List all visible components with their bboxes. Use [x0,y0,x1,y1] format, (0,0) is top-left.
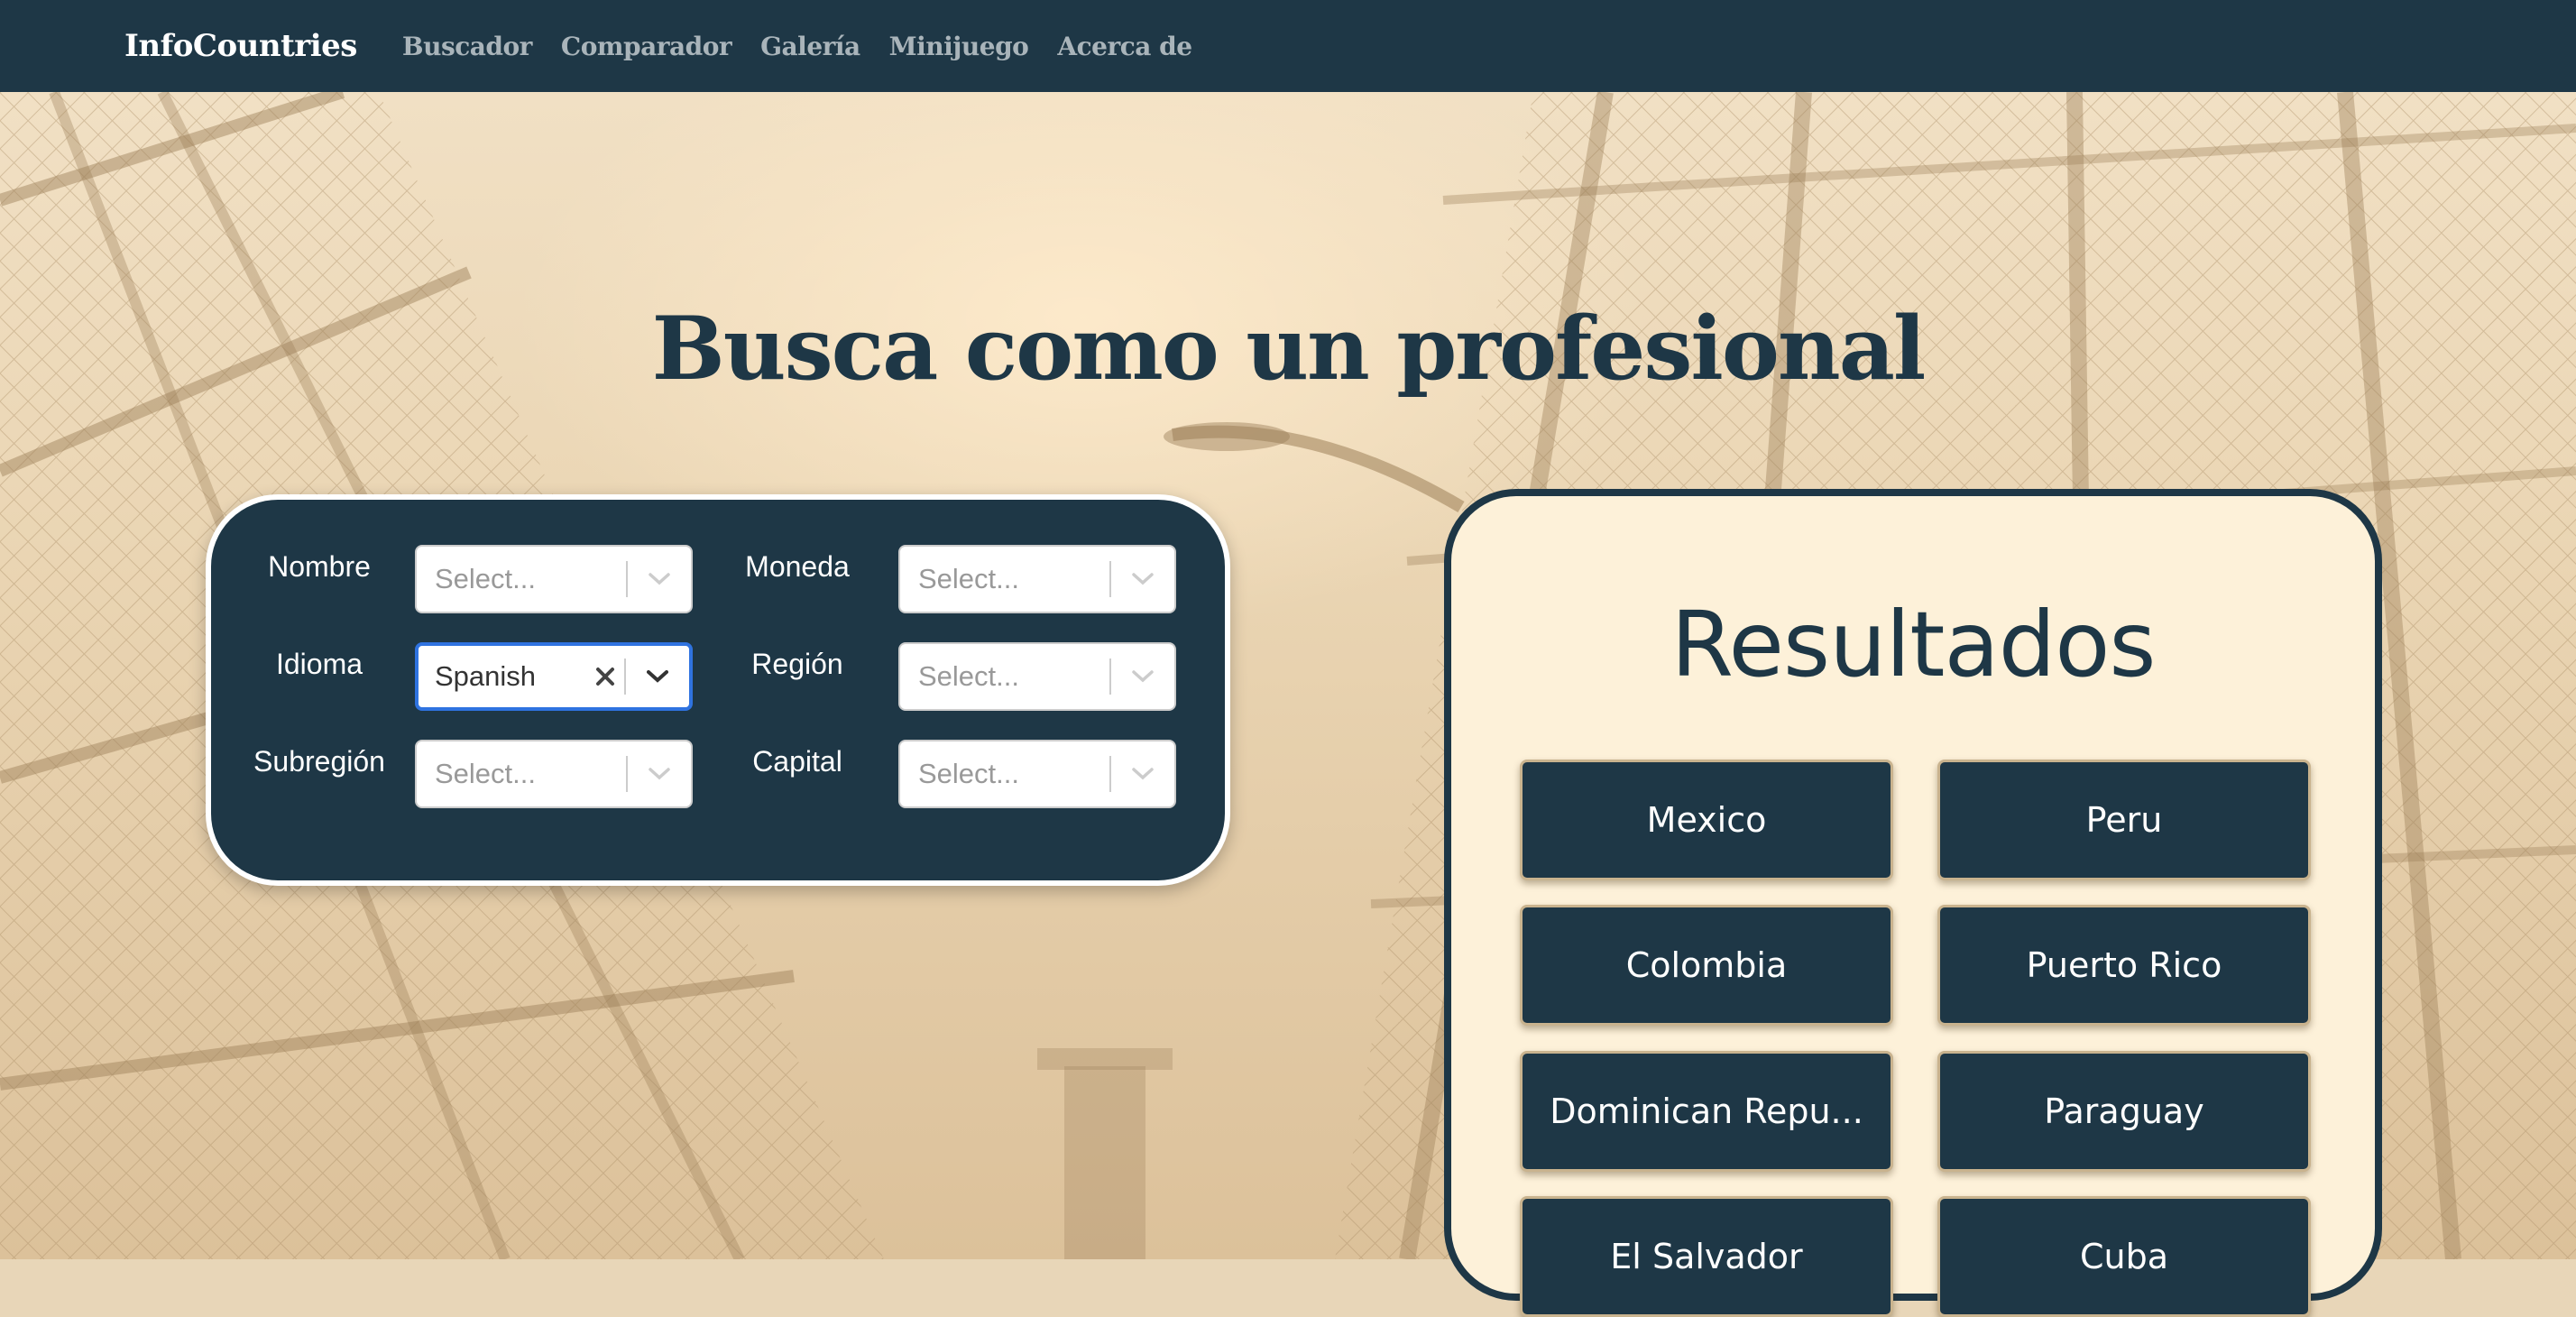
chevron-down-icon[interactable] [628,545,691,613]
brand-logo[interactable]: InfoCountries [124,28,357,64]
nav-link-acerca-de[interactable]: Acerca de [1057,32,1192,61]
nav-link-minijuego[interactable]: Minijuego [889,32,1029,61]
subregion-select-value: Select... [435,758,536,789]
filter-panel: Nombre Select... Moneda Select... Idioma… [206,494,1230,886]
subregion-select[interactable]: Select... [415,740,693,808]
moneda-label: Moneda [745,550,850,583]
moneda-select[interactable]: Select... [898,545,1176,613]
capital-select[interactable]: Select... [898,740,1176,808]
result-item[interactable]: Peru [1937,760,2311,880]
chevron-down-icon[interactable] [1111,545,1174,613]
results-panel: Resultados Mexico Peru Colombia Puerto R… [1444,489,2382,1317]
chevron-down-icon[interactable] [1111,740,1174,808]
close-icon[interactable] [586,660,624,694]
result-item[interactable]: Cuba [1937,1196,2311,1317]
idioma-select-value: Spanish [435,660,537,692]
nombre-select-value: Select... [435,563,536,594]
result-item[interactable]: Paraguay [1937,1051,2311,1172]
page-title: Busca como un profesional [651,298,1927,400]
capital-label: Capital [752,745,842,778]
results-title: Resultados [1670,592,2156,697]
nav-links: Buscador Comparador Galería Minijuego Ac… [402,32,1192,61]
result-item[interactable]: Dominican Repu... [1520,1051,1893,1172]
idioma-label: Idioma [275,648,363,680]
chevron-down-icon[interactable] [626,642,689,711]
result-item[interactable]: Colombia [1520,905,1893,1026]
subregion-label: Subregión [253,745,385,778]
moneda-select-value: Select... [918,563,1019,594]
chevron-down-icon[interactable] [1111,642,1174,711]
idioma-select[interactable]: Spanish [415,642,693,711]
nombre-label: Nombre [268,550,371,583]
nav-link-buscador[interactable]: Buscador [402,32,532,61]
capital-select-value: Select... [918,758,1019,789]
nav-link-galeria[interactable]: Galería [760,32,860,61]
nav-link-comparador[interactable]: Comparador [561,32,732,61]
chevron-down-icon[interactable] [628,740,691,808]
result-item[interactable]: Mexico [1520,760,1893,880]
navbar: InfoCountries Buscador Comparador Galerí… [0,0,2576,92]
result-item[interactable]: El Salvador [1520,1196,1893,1317]
nombre-select[interactable]: Select... [415,545,693,613]
region-select[interactable]: Select... [898,642,1176,711]
region-label: Región [751,648,843,680]
region-select-value: Select... [918,660,1019,692]
result-item[interactable]: Puerto Rico [1937,905,2311,1026]
